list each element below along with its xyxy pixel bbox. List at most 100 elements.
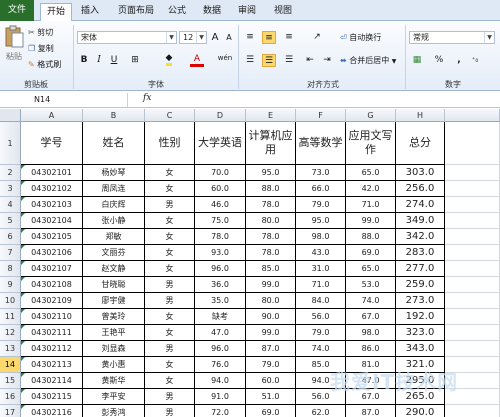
table-cell[interactable]: 46.0 — [195, 197, 246, 213]
align-middle-button[interactable]: ≡ — [262, 31, 276, 44]
table-cell[interactable]: 67.0 — [346, 309, 396, 325]
empty-cell[interactable] — [445, 293, 500, 309]
align-top-button[interactable]: ≡ — [243, 31, 257, 44]
fill-color-button[interactable]: ◆ — [162, 54, 176, 67]
table-cell[interactable]: 274.0 — [396, 197, 445, 213]
number-format-combo[interactable]: 常规 ▼ — [409, 31, 495, 44]
table-cell[interactable]: 36.0 — [195, 277, 246, 293]
table-cell[interactable]: 65.0 — [346, 165, 396, 181]
select-all-corner[interactable] — [0, 109, 21, 122]
header-cell[interactable]: 性别 — [145, 122, 195, 165]
table-cell[interactable]: 98.0 — [346, 325, 396, 341]
name-box[interactable]: N14 — [0, 93, 128, 107]
table-cell[interactable]: 女 — [145, 229, 195, 245]
table-cell[interactable]: 75.0 — [195, 213, 246, 229]
empty-cell[interactable] — [445, 165, 500, 181]
table-cell[interactable]: 88.0 — [346, 229, 396, 245]
table-cell[interactable]: 女 — [145, 309, 195, 325]
table-cell[interactable]: 98.0 — [296, 229, 346, 245]
table-cell[interactable]: 80.0 — [246, 293, 296, 309]
table-cell[interactable]: 女 — [145, 261, 195, 277]
row-header[interactable]: 13 — [0, 341, 21, 357]
table-cell[interactable]: 87.0 — [246, 341, 296, 357]
row-header[interactable]: 12 — [0, 325, 21, 341]
font-name-combo[interactable]: 宋体 ▼ — [77, 31, 177, 44]
row-header[interactable]: 8 — [0, 261, 21, 277]
wrap-text-button[interactable]: ⏎ 自动换行 — [340, 32, 381, 43]
border-button[interactable]: ⊞ — [128, 54, 142, 67]
table-cell[interactable]: 42.0 — [346, 181, 396, 197]
table-cell[interactable]: 259.0 — [396, 277, 445, 293]
align-bottom-button[interactable]: ≡ — [282, 31, 296, 44]
chevron-down-icon[interactable]: ▼ — [166, 32, 176, 43]
table-cell[interactable]: 女 — [145, 213, 195, 229]
table-cell[interactable]: 79.0 — [246, 357, 296, 373]
table-cell[interactable]: 66.0 — [296, 181, 346, 197]
table-cell[interactable]: 白庆辉 — [83, 197, 145, 213]
table-cell[interactable]: 80.0 — [246, 213, 296, 229]
table-cell[interactable]: 04302112 — [21, 341, 83, 357]
italic-button[interactable]: I — [92, 54, 106, 67]
row-header[interactable]: 17 — [0, 405, 21, 417]
table-cell[interactable]: 99.0 — [346, 213, 396, 229]
table-cell[interactable]: 290.0 — [396, 405, 445, 417]
grow-font-button[interactable]: A — [208, 31, 222, 44]
table-cell[interactable]: 70.0 — [195, 165, 246, 181]
column-header-e[interactable]: E — [246, 109, 296, 122]
table-cell[interactable]: 78.0 — [246, 197, 296, 213]
empty-cell[interactable] — [445, 213, 500, 229]
row-header[interactable]: 1 — [0, 122, 21, 165]
table-cell[interactable]: 47.0 — [195, 325, 246, 341]
chevron-down-icon[interactable]: ▼ — [392, 58, 397, 65]
table-cell[interactable]: 93.0 — [195, 245, 246, 261]
table-cell[interactable]: 黄斯华 — [83, 373, 145, 389]
table-cell[interactable]: 04302103 — [21, 197, 83, 213]
table-cell[interactable]: 86.0 — [346, 341, 396, 357]
phonetic-button[interactable]: wén — [216, 52, 234, 65]
empty-cell[interactable] — [445, 309, 500, 325]
table-cell[interactable]: 62.0 — [296, 405, 346, 417]
empty-cell[interactable] — [445, 181, 500, 197]
tab-insert[interactable]: 插入 — [75, 3, 105, 21]
table-cell[interactable]: 85.0 — [246, 261, 296, 277]
table-cell[interactable]: 87.0 — [346, 405, 396, 417]
table-cell[interactable]: 56.0 — [296, 309, 346, 325]
row-header[interactable]: 9 — [0, 277, 21, 293]
table-cell[interactable]: 79.0 — [296, 197, 346, 213]
table-cell[interactable]: 男 — [145, 277, 195, 293]
row-header[interactable]: 2 — [0, 165, 21, 181]
header-cell[interactable]: 学号 — [21, 122, 83, 165]
header-cell[interactable]: 姓名 — [83, 122, 145, 165]
table-cell[interactable]: 76.0 — [195, 357, 246, 373]
table-cell[interactable]: 35.0 — [195, 293, 246, 309]
table-cell[interactable]: 郑敏 — [83, 229, 145, 245]
comma-button[interactable]: , — [452, 54, 466, 67]
table-cell[interactable]: 71.0 — [296, 277, 346, 293]
table-cell[interactable]: 51.0 — [246, 389, 296, 405]
table-cell[interactable]: 周凤连 — [83, 181, 145, 197]
table-cell[interactable]: 男 — [145, 405, 195, 417]
table-cell[interactable]: 杨妙琴 — [83, 165, 145, 181]
table-cell[interactable]: 99.0 — [246, 325, 296, 341]
orientation-button[interactable]: ↗ — [310, 31, 324, 44]
underline-button[interactable]: U — [107, 54, 121, 67]
empty-cell[interactable] — [445, 405, 500, 417]
table-cell[interactable]: 256.0 — [396, 181, 445, 197]
increase-indent-button[interactable]: ⇥ — [320, 54, 334, 67]
increase-decimal-button[interactable]: ⁺₀ — [468, 54, 482, 67]
table-cell[interactable]: 74.0 — [346, 293, 396, 309]
table-cell[interactable]: 91.0 — [195, 389, 246, 405]
table-cell[interactable]: 张小静 — [83, 213, 145, 229]
table-cell[interactable]: 04302115 — [21, 389, 83, 405]
table-cell[interactable]: 88.0 — [246, 181, 296, 197]
table-cell[interactable]: 男 — [145, 197, 195, 213]
table-cell[interactable]: 王艳平 — [83, 325, 145, 341]
table-cell[interactable]: 43.0 — [296, 245, 346, 261]
table-cell[interactable]: 95.0 — [246, 165, 296, 181]
table-cell[interactable]: 男 — [145, 341, 195, 357]
table-cell[interactable]: 04302114 — [21, 373, 83, 389]
font-size-combo[interactable]: 12 ▼ — [179, 31, 207, 44]
table-cell[interactable]: 60.0 — [246, 373, 296, 389]
insert-function-icon[interactable]: fx — [143, 93, 151, 103]
table-cell[interactable]: 79.0 — [296, 325, 346, 341]
